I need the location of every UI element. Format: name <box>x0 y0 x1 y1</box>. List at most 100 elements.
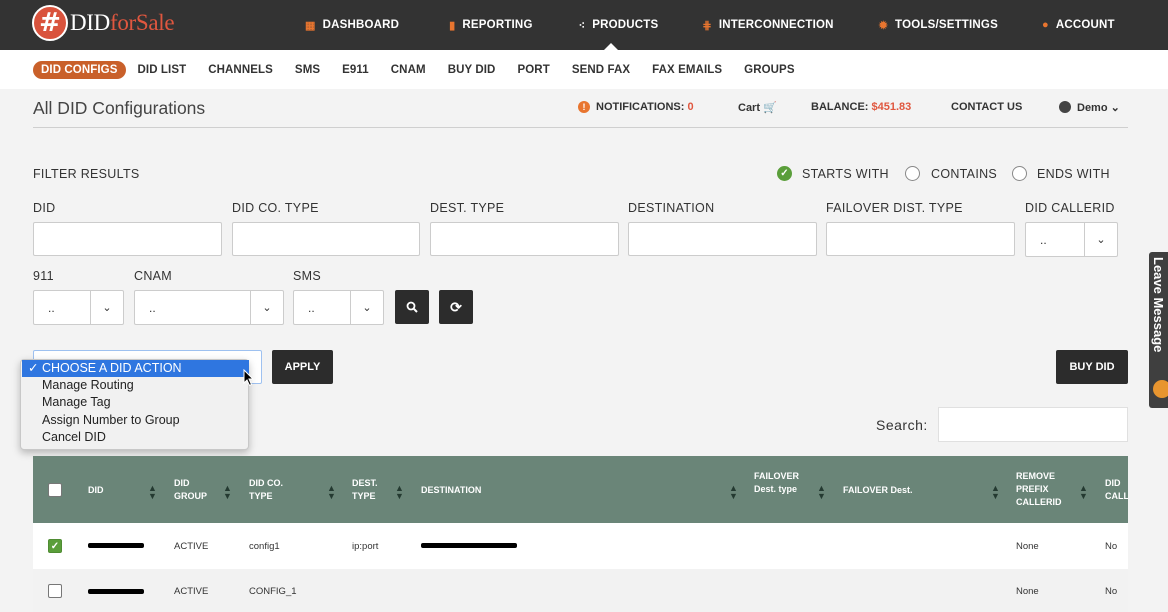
redacted-did <box>88 589 144 594</box>
nav-label: REPORTING <box>462 19 533 31</box>
chat-bubble-icon <box>1153 380 1168 398</box>
nav-account[interactable]: ● ACCOUNT <box>1042 0 1115 50</box>
row-checkbox[interactable]: ✓ <box>48 539 62 553</box>
subnav-buy-did[interactable]: BUY DID <box>448 64 496 76</box>
column-dest-type[interactable]: DEST. TYPE <box>352 477 386 503</box>
dashboard-icon: ▦ <box>305 19 316 32</box>
option-choose-action[interactable]: ✓ CHOOSE A DID ACTION <box>22 360 249 377</box>
buy-did-button[interactable]: BUY DID <box>1056 350 1128 384</box>
gear-icon: ✹ <box>878 19 889 32</box>
nav-tools-settings[interactable]: ✹ TOOLS/SETTINGS <box>879 0 998 50</box>
option-manage-tag[interactable]: Manage Tag <box>22 394 249 411</box>
nav-label: ACCOUNT <box>1055 19 1115 31</box>
subnav-sms[interactable]: SMS <box>295 64 320 76</box>
subnav-send-fax[interactable]: SEND FAX <box>572 64 630 76</box>
select-all-checkbox[interactable] <box>48 483 62 497</box>
subnav-port[interactable]: PORT <box>517 64 549 76</box>
did-input[interactable] <box>33 222 222 256</box>
did-callerid-select[interactable]: .. ⌄ <box>1025 222 1118 257</box>
select-sms[interactable]: .. ⌄ <box>293 290 384 325</box>
contact-us-link[interactable]: CONTACT US <box>951 101 1022 113</box>
sort-icon[interactable]: ▲ ▼ <box>223 484 232 501</box>
chevron-down-icon: ⌄ <box>350 291 383 324</box>
field-label-dest-type: DEST. TYPE <box>430 201 505 215</box>
option-cancel-did[interactable]: Cancel DID <box>22 429 249 446</box>
filter-title: FILTER RESULTS <box>33 167 140 181</box>
redacted-did <box>88 543 144 548</box>
radio-label-starts-with: STARTS WITH <box>802 167 889 181</box>
brand-name-part1: DID <box>70 10 110 35</box>
sort-icon[interactable]: ▲ ▼ <box>395 484 404 501</box>
option-manage-routing[interactable]: Manage Routing <box>22 377 249 394</box>
sort-icon[interactable]: ▲ ▼ <box>148 484 157 501</box>
column-destination[interactable]: DESTINATION <box>421 484 481 497</box>
cell-did-callerid: No <box>1105 586 1118 597</box>
page-title: All DID Configurations <box>33 98 206 118</box>
dest-type-input[interactable] <box>430 222 619 256</box>
column-did-co-type[interactable]: DID CO. TYPE <box>249 477 299 503</box>
top-navigation-bar: # DIDforSale ▦ DASHBOARD ▮ REPORTING ⁖ PROD… <box>0 0 1168 50</box>
nav-label: DASHBOARD <box>322 19 400 31</box>
field-label-did: DID <box>33 201 56 215</box>
check-icon: ✓ <box>780 168 789 179</box>
sort-icon[interactable]: ▲ ▼ <box>729 484 738 501</box>
subnav-channels[interactable]: CHANNELS <box>208 64 273 76</box>
select-cnam[interactable]: .. ⌄ <box>134 290 284 325</box>
column-failover-dest-type[interactable]: FAILOVER Dest. type <box>754 470 809 496</box>
column-remove-prefix-callerid[interactable]: REMOVE PREFIX CALLERID <box>1016 470 1068 509</box>
chevron-down-icon: ⌄ <box>1110 102 1120 114</box>
main-menu: ▦ DASHBOARD ▮ REPORTING ⁖ PRODUCTS ⋕ INTERCO… <box>305 0 1115 50</box>
cell-did-co-type: CONFIG_1 <box>249 586 297 597</box>
field-label-destination: DESTINATION <box>628 201 715 215</box>
radio-starts-with[interactable]: ✓ <box>777 166 792 181</box>
cell-remove-prefix: None <box>1016 586 1039 597</box>
table-search-input[interactable] <box>938 407 1128 442</box>
subnav-groups[interactable]: GROUPS <box>744 64 794 76</box>
search-icon <box>406 301 418 313</box>
sort-icon[interactable]: ▲ ▼ <box>991 484 1000 501</box>
notifications[interactable]: ! NOTIFICATIONS: 0 <box>578 101 694 113</box>
reporting-icon: ▮ <box>449 19 456 32</box>
info-icon: ! <box>578 101 590 113</box>
reset-button[interactable]: ⟳ <box>439 290 473 324</box>
radio-ends-with[interactable] <box>1012 166 1027 181</box>
nav-label: PRODUCTS <box>592 19 659 31</box>
subnav-fax-emails[interactable]: FAX EMAILS <box>652 64 722 76</box>
subnav-did-list[interactable]: DID LIST <box>138 64 187 76</box>
did-co-type-input[interactable] <box>232 222 420 256</box>
sort-icon[interactable]: ▲ ▼ <box>817 484 826 501</box>
column-failover-dest[interactable]: FAILOVER Dest. <box>843 484 913 497</box>
row-checkbox[interactable] <box>48 584 62 598</box>
select-911[interactable]: .. ⌄ <box>33 290 124 325</box>
field-label-failover-dist-type: FAILOVER DIST. TYPE <box>826 201 963 215</box>
cart-link[interactable]: Cart 🛒 <box>738 101 777 114</box>
chevron-down-icon: ⌄ <box>90 291 123 324</box>
cart-label: Cart <box>738 102 761 114</box>
nav-reporting[interactable]: ▮ REPORTING <box>449 0 532 50</box>
nav-products[interactable]: ⁖ PRODUCTS <box>579 0 659 50</box>
search-button[interactable] <box>395 290 429 324</box>
failover-dist-type-input[interactable] <box>826 222 1015 256</box>
subnav-cnam[interactable]: CNAM <box>391 64 426 76</box>
table-row[interactable]: ✓ ACTIVE config1 ip:port None No <box>33 523 1128 569</box>
sort-icon[interactable]: ▲ ▼ <box>1079 484 1088 501</box>
apply-button[interactable]: APPLY <box>272 350 333 384</box>
nav-interconnection[interactable]: ⋕ INTERCONNECTION <box>702 0 833 50</box>
sort-icon[interactable]: ▲ ▼ <box>327 484 336 501</box>
option-assign-number-to-group[interactable]: Assign Number to Group <box>22 412 249 429</box>
select-value: .. <box>48 301 55 315</box>
column-did-group[interactable]: DID GROUP <box>174 477 214 503</box>
nav-dashboard[interactable]: ▦ DASHBOARD <box>305 0 399 50</box>
brand-logo[interactable]: # DIDforSale <box>32 5 175 41</box>
option-label: CHOOSE A DID ACTION <box>41 361 182 375</box>
column-did-callerid[interactable]: DID CALL <box>1105 477 1128 503</box>
subnav-did-configs[interactable]: DID CONFIGS <box>33 61 126 79</box>
destination-input[interactable] <box>628 222 817 256</box>
leave-message-tab[interactable]: Leave Message <box>1149 252 1168 408</box>
subnav-e911[interactable]: E911 <box>342 64 369 76</box>
table-row[interactable]: ACTIVE CONFIG_1 None No <box>33 569 1128 612</box>
column-did[interactable]: DID <box>88 484 104 497</box>
radio-label-ends-with: ENDS WITH <box>1037 167 1110 181</box>
user-menu[interactable]: Demo ⌄ <box>1059 101 1120 114</box>
radio-contains[interactable] <box>905 166 920 181</box>
